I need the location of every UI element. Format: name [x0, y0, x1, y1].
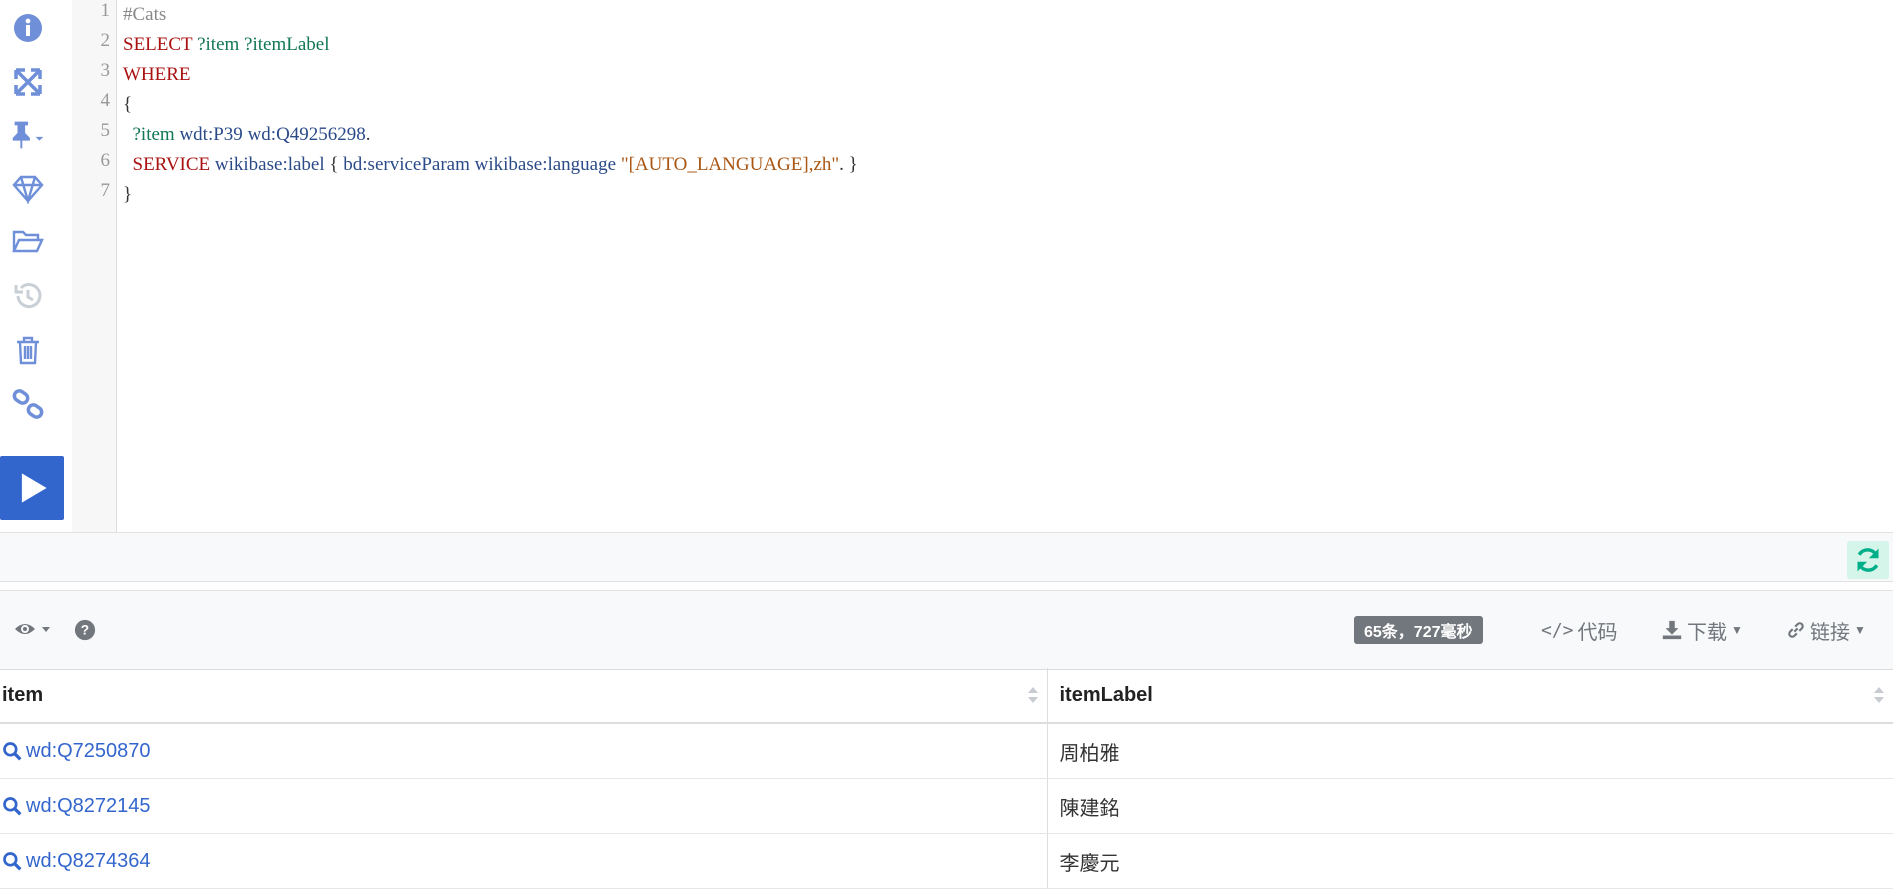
code-token: wikibase:label	[214, 154, 325, 175]
editor-status-bar	[0, 532, 1893, 582]
code-line: {	[123, 90, 132, 120]
caret-down-icon: ▼	[1854, 623, 1866, 637]
code-token: SERVICE	[132, 154, 211, 175]
code-button[interactable]: </> 代码	[1541, 591, 1618, 669]
code-line: SERVICE wikibase:label { bd:serviceParam…	[123, 150, 858, 180]
download-label: 下载	[1687, 621, 1727, 644]
folder-open-icon[interactable]	[10, 224, 46, 260]
refresh-button[interactable]	[1847, 541, 1889, 579]
play-icon	[21, 473, 47, 503]
line-number: 1	[100, 0, 111, 21]
code-line: #Cats	[123, 0, 166, 30]
item-label-cell: 周柏雅	[1047, 723, 1893, 779]
code-icon: </>	[1541, 619, 1574, 641]
line-number: 5	[100, 120, 111, 141]
code-token: ?itemLabel	[244, 34, 330, 55]
caret-down-icon: ▼	[1731, 623, 1743, 637]
run-query-button[interactable]	[0, 456, 64, 520]
link-icon[interactable]	[10, 386, 46, 422]
question-icon: ?	[74, 619, 96, 641]
code-token: bd:serviceParam	[343, 154, 470, 175]
item-label-cell: 李慶元	[1047, 833, 1893, 889]
code-line: }	[123, 180, 132, 210]
table-row: wd:Q7250870 周柏雅	[0, 723, 1893, 779]
code-token: ?item	[132, 124, 175, 145]
line-number: 4	[100, 90, 111, 111]
results-toolbar: ? 65条，727毫秒 </> 代码 下载 ▼ 链接 ▼	[0, 590, 1893, 670]
code-token: .	[365, 124, 371, 145]
eye-icon	[15, 624, 50, 634]
history-icon[interactable]	[10, 278, 46, 314]
item-link[interactable]: wd:Q7250870	[26, 740, 151, 763]
code-token: {	[324, 154, 344, 175]
line-number: 3	[100, 60, 111, 81]
display-mode-dropdown[interactable]	[12, 591, 54, 669]
help-button[interactable]: ?	[74, 591, 96, 669]
refresh-icon	[1857, 548, 1879, 572]
line-number: 2	[100, 30, 111, 51]
code-token: SELECT	[123, 34, 193, 55]
column-header-item[interactable]: item	[0, 668, 1048, 724]
code-token: "[AUTO_LANGUAGE],zh"	[620, 154, 840, 175]
magnifier-icon[interactable]	[2, 851, 22, 871]
column-header-label: item	[2, 683, 44, 706]
table-row: wd:Q8274364 李慶元	[0, 833, 1893, 889]
item-link[interactable]: wd:Q8274364	[26, 850, 151, 873]
code-line: SELECT ?item ?itemLabel	[123, 30, 330, 60]
code-line: WHERE	[123, 60, 191, 90]
results-table: item itemLabel wd:Q7250870 周柏雅 wd:Q82721…	[0, 668, 1893, 889]
result-count-badge: 65条，727毫秒	[1354, 616, 1483, 644]
pin-icon[interactable]	[6, 116, 50, 152]
table-header-row: item itemLabel	[0, 668, 1893, 724]
item-label-cell: 陳建銘	[1047, 778, 1893, 834]
code-token: }	[123, 184, 133, 205]
code-token: WHERE	[123, 64, 191, 85]
table-row: wd:Q8272145 陳建銘	[0, 778, 1893, 834]
svg-text:?: ?	[81, 623, 89, 638]
code-token: wd:Q49256298	[247, 124, 366, 145]
line-number: 7	[100, 180, 111, 201]
magnifier-icon[interactable]	[2, 796, 22, 816]
sort-icon[interactable]	[1027, 684, 1039, 706]
column-header-label: itemLabel	[1059, 683, 1153, 706]
download-dropdown[interactable]: 下载 ▼	[1661, 591, 1743, 669]
code-line: ?item wdt:P39 wd:Q49256298.	[123, 120, 371, 150]
line-number: 6	[100, 150, 111, 171]
code-token: {	[123, 94, 133, 115]
column-header-itemlabel[interactable]: itemLabel	[1047, 668, 1893, 724]
code-label: 代码	[1577, 621, 1618, 644]
code-token: . }	[839, 154, 858, 175]
code-token: wikibase:language	[474, 154, 617, 175]
info-icon[interactable]	[10, 10, 46, 46]
link-dropdown[interactable]: 链接 ▼	[1786, 591, 1866, 669]
query-helper-rail	[0, 0, 72, 532]
magnifier-icon[interactable]	[2, 741, 22, 761]
expand-icon[interactable]	[10, 64, 46, 100]
code-token: wdt:P39	[179, 124, 243, 145]
chain-link-icon	[1788, 622, 1804, 638]
diamond-icon[interactable]	[10, 170, 46, 206]
query-editor[interactable]: 1 2 3 4 5 6 7 #Cats SELECT ?item ?itemLa…	[72, 0, 1893, 532]
trash-icon[interactable]	[10, 332, 46, 368]
item-link[interactable]: wd:Q8272145	[26, 795, 151, 818]
code-token: #Cats	[123, 4, 167, 25]
line-number-gutter: 1 2 3 4 5 6 7	[72, 0, 117, 532]
sort-icon[interactable]	[1873, 684, 1885, 706]
code-token: ?item	[197, 34, 240, 55]
link-label: 链接	[1810, 621, 1850, 644]
download-icon	[1662, 620, 1682, 640]
